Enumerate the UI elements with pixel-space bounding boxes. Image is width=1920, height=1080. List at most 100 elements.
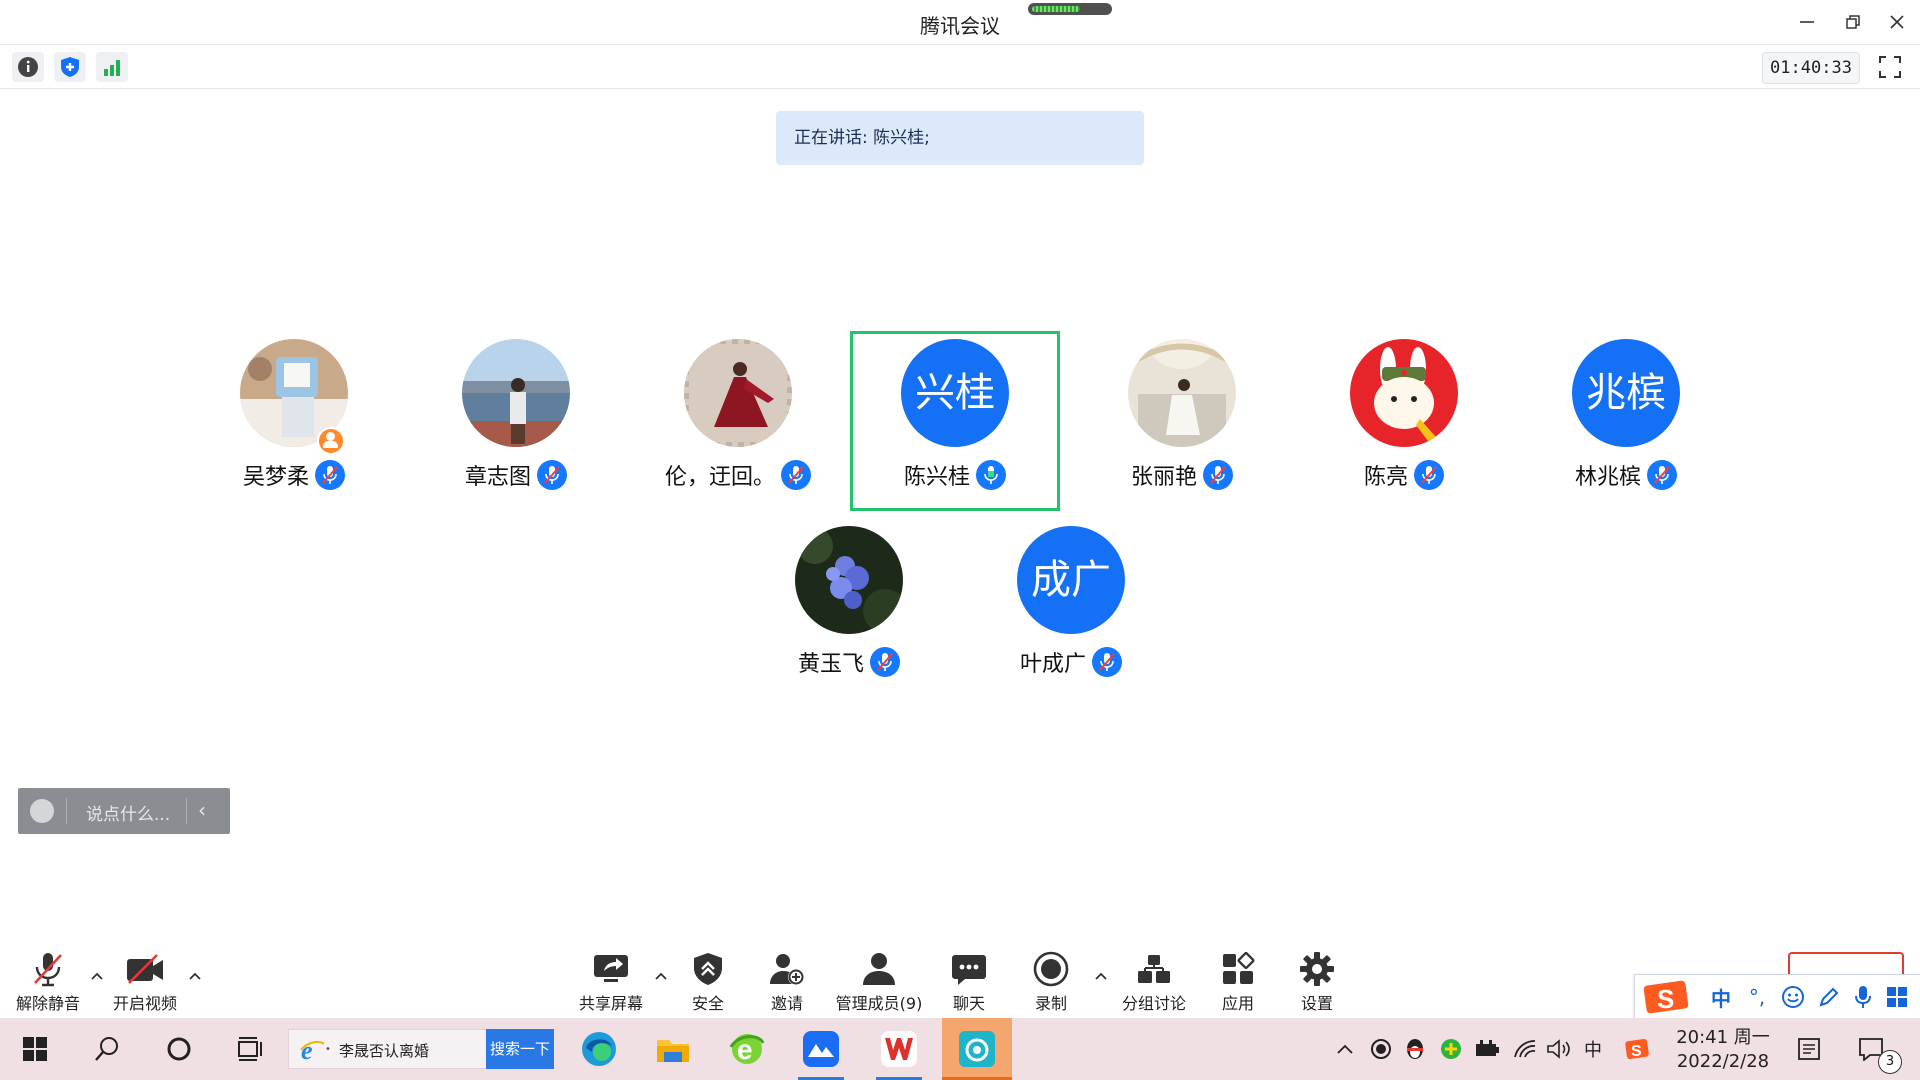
- participant-name: 章志图: [464, 465, 531, 490]
- participant-name: 陈兴桂: [903, 465, 970, 490]
- mic-muted-icon: [1647, 460, 1677, 490]
- dot-icon: •: [325, 1044, 331, 1055]
- ie-icon: e: [300, 1037, 325, 1063]
- participant-tile[interactable]: 张丽艳: [1077, 331, 1287, 511]
- ime-toolbar: S 中 °,: [1634, 974, 1920, 1020]
- unmute-button[interactable]: 解除静音: [0, 948, 98, 1016]
- window-title: 腾讯会议: [920, 14, 1000, 38]
- restore-button[interactable]: [1836, 8, 1870, 36]
- fullscreen-icon[interactable]: [1874, 52, 1906, 82]
- pen-icon[interactable]: [1815, 983, 1843, 1011]
- add-user-icon: [737, 950, 837, 988]
- taskbar-search-field[interactable]: e • 李晟否认离婚: [288, 1029, 488, 1069]
- wifi-icon[interactable]: [1512, 1036, 1538, 1062]
- punctuation-icon[interactable]: °,: [1743, 983, 1771, 1011]
- camera-off-icon: [95, 950, 195, 988]
- speaking-banner: 正在讲话: 陈兴桂;: [776, 111, 1144, 165]
- security-guard-icon[interactable]: [1438, 1036, 1464, 1062]
- clock-date: 2022/2/28: [1676, 1051, 1770, 1072]
- participant-name: 林兆槟: [1574, 465, 1641, 490]
- info-icon[interactable]: [12, 52, 44, 82]
- participant-tile[interactable]: 章志图: [411, 331, 621, 511]
- participant-tile[interactable]: 成广 叶成广: [966, 518, 1176, 698]
- chat-quick-input[interactable]: 说点什么... ‹: [18, 788, 230, 834]
- close-button[interactable]: [1880, 8, 1914, 36]
- participant-tile[interactable]: 兆槟 林兆槟: [1521, 331, 1731, 511]
- invite-label: 邀请: [770, 994, 803, 1013]
- divider: [66, 798, 67, 824]
- mic-speaking-icon: [976, 460, 1006, 490]
- share-screen-label: 共享屏幕: [578, 994, 643, 1013]
- participant-tile[interactable]: 黄玉飞: [744, 518, 954, 698]
- mic-muted-icon: [1414, 460, 1444, 490]
- shield-icon[interactable]: [54, 52, 86, 82]
- share-screen-icon: [561, 950, 661, 988]
- browser-e-icon[interactable]: e: [716, 1018, 778, 1080]
- svg-text:e: e: [301, 1037, 313, 1063]
- meeting-timer: 01:40:33: [1762, 52, 1860, 84]
- minimize-button[interactable]: [1790, 8, 1824, 36]
- file-explorer-icon[interactable]: [642, 1018, 704, 1080]
- mic-muted-icon: [781, 460, 811, 490]
- wps-office-icon[interactable]: [868, 1018, 930, 1080]
- task-view-icon[interactable]: [220, 1018, 282, 1080]
- members-icon: [829, 950, 929, 988]
- settings-button[interactable]: 设置: [1267, 948, 1367, 1016]
- mic-muted-icon: [870, 647, 900, 677]
- share-screen-button[interactable]: 共享屏幕: [561, 948, 661, 1016]
- tencent-meeting-icon[interactable]: [790, 1018, 852, 1080]
- start-video-button[interactable]: 开启视频: [95, 948, 195, 1016]
- mic-off-icon: [0, 950, 98, 988]
- ime-language-toggle[interactable]: 中: [1707, 983, 1735, 1011]
- mic-muted-icon: [1092, 647, 1122, 677]
- participant-tile[interactable]: 陈亮: [1299, 331, 1509, 511]
- notes-icon[interactable]: [1796, 1036, 1822, 1062]
- manage-members-button[interactable]: 管理成员(9): [829, 948, 929, 1016]
- svg-text:S: S: [1657, 984, 1674, 1014]
- input-language-indicator[interactable]: 中: [1580, 1036, 1606, 1062]
- host-badge-icon: [317, 427, 345, 455]
- meeting-toolbar: 01:40:33: [0, 46, 1920, 89]
- sogou-logo-icon[interactable]: S: [1641, 977, 1691, 1017]
- app-camera-icon[interactable]: [942, 1018, 1012, 1080]
- collapse-chevron-icon[interactable]: ‹: [198, 798, 206, 822]
- avatar: 成广: [1017, 526, 1125, 634]
- record-status-icon[interactable]: [1368, 1036, 1394, 1062]
- signal-strength-icon[interactable]: [96, 52, 128, 82]
- invite-button[interactable]: 邀请: [737, 948, 837, 1016]
- volume-icon[interactable]: [1546, 1036, 1572, 1062]
- windows-start-icon[interactable]: [4, 1018, 66, 1080]
- cortana-icon[interactable]: [148, 1018, 210, 1080]
- taskbar-search-button[interactable]: 搜索一下: [486, 1029, 554, 1069]
- participant-tile[interactable]: 伦，迂回。: [633, 331, 843, 511]
- avatar: [684, 339, 792, 447]
- search-icon[interactable]: [76, 1018, 138, 1080]
- participant-name: 吴梦柔: [242, 465, 309, 490]
- avatar: [1350, 339, 1458, 447]
- emoji-icon[interactable]: [30, 799, 54, 823]
- record-label: 录制: [1034, 994, 1067, 1013]
- participant-name: 伦，迂回。: [664, 465, 775, 490]
- system-clock[interactable]: 20:41 周一 2022/2/28: [1668, 1026, 1778, 1074]
- sogou-tray-icon[interactable]: S: [1624, 1036, 1650, 1062]
- battery-icon[interactable]: [1474, 1036, 1500, 1062]
- record-button[interactable]: 录制: [1001, 948, 1101, 1016]
- chat-placeholder[interactable]: 说点什么...: [86, 800, 170, 825]
- qq-penguin-icon[interactable]: [1402, 1036, 1428, 1062]
- avatar: [795, 526, 903, 634]
- mic-muted-icon: [315, 460, 345, 490]
- voice-input-icon[interactable]: [1849, 983, 1877, 1011]
- participant-tile[interactable]: 吴梦柔: [189, 331, 399, 511]
- participant-name: 黄玉飞: [797, 652, 864, 677]
- emoji-icon[interactable]: [1779, 983, 1807, 1011]
- show-hidden-icons-chevron-icon[interactable]: [1332, 1036, 1358, 1062]
- clock-time: 20:41 周一: [1676, 1027, 1770, 1048]
- video-options-chevron-icon[interactable]: [185, 966, 205, 986]
- participant-tile-active-speaker[interactable]: 兴桂 陈兴桂: [850, 331, 1060, 511]
- toolbox-grid-icon[interactable]: [1883, 983, 1911, 1011]
- gear-icon: [1267, 950, 1367, 988]
- participant-name: 张丽艳: [1130, 465, 1197, 490]
- avatar: [1128, 339, 1236, 447]
- network-activity-indicator: [1028, 3, 1112, 15]
- edge-browser-icon[interactable]: [568, 1018, 630, 1080]
